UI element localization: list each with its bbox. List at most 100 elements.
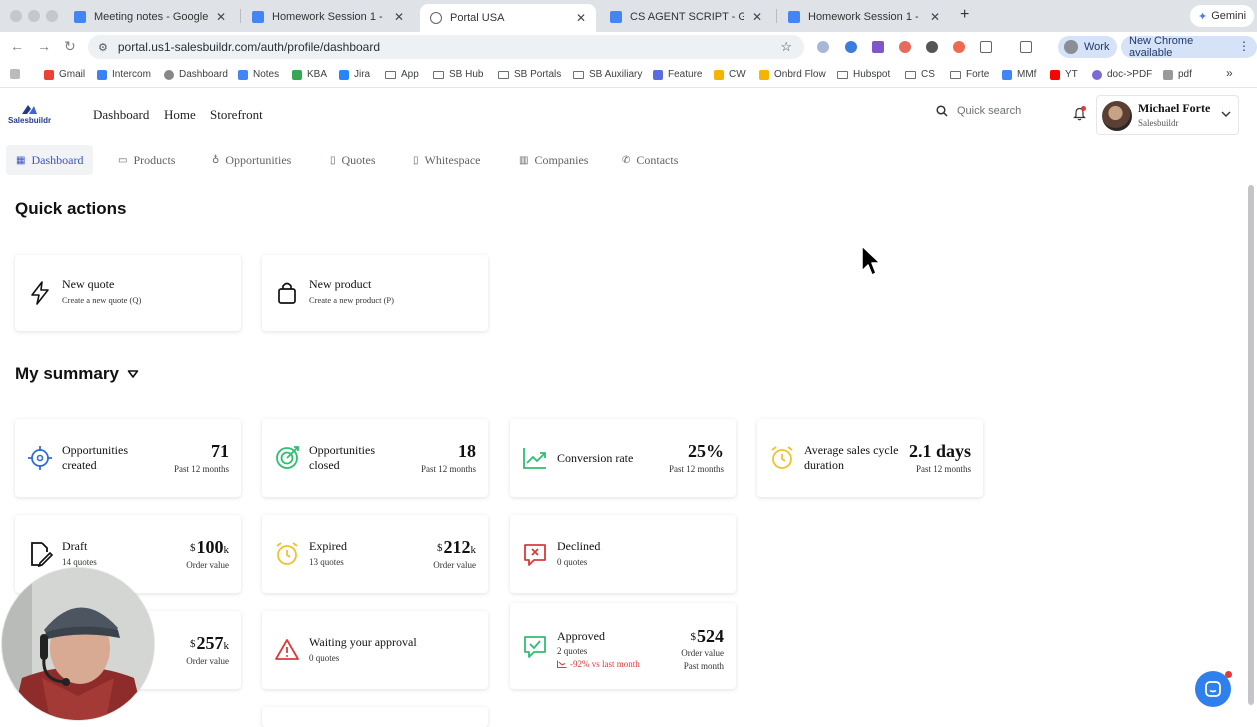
quote-value: $100k (190, 537, 229, 557)
new-product-card[interactable]: New product Create a new product (P) (262, 255, 488, 331)
new-quote-card[interactable]: New quote Create a new quote (Q) (15, 255, 241, 331)
jira-icon (339, 69, 349, 80)
tab-dashboard[interactable]: ▦ Dashboard (6, 145, 94, 175)
close-icon[interactable]: ✕ (394, 10, 404, 24)
user-org: Salesbuildr (1138, 118, 1179, 128)
window-minimize-button[interactable] (28, 10, 40, 22)
gemini-button[interactable]: ✦ Gemini (1190, 5, 1255, 27)
extension-icon[interactable] (926, 41, 938, 53)
window-close-button[interactable] (10, 10, 22, 22)
bookmark-forte[interactable]: Forte (950, 69, 989, 80)
sheets-icon (292, 69, 302, 80)
box-icon: ▭ (118, 154, 128, 166)
quote-count: 0 quotes (557, 557, 588, 567)
bookmark-pdf[interactable]: pdf (1163, 69, 1192, 80)
quote-title: Approved (557, 629, 605, 643)
quote-title: Waiting your approval (309, 635, 417, 649)
extension-icon[interactable] (899, 41, 911, 53)
bookmark-star-icon[interactable]: ☆ (780, 39, 792, 55)
quick-search[interactable]: Quick search (936, 105, 1021, 117)
browser-tab[interactable]: Homework Session 1 - Google ✕ (778, 4, 950, 30)
update-chrome-button[interactable]: New Chrome available ⋮ (1121, 35, 1257, 59)
bookmark-yt[interactable]: YT (1050, 69, 1078, 80)
tab-products[interactable]: ▭ Products (108, 145, 185, 175)
bookmark-cw[interactable]: CW (714, 69, 746, 80)
extension-icon[interactable] (872, 41, 884, 53)
scrollbar[interactable] (1248, 185, 1254, 705)
bookmark-mmf[interactable]: MMf (1002, 69, 1036, 80)
extension-icon[interactable] (845, 41, 857, 53)
bookmark-sb-hub[interactable]: SB Hub (433, 69, 483, 80)
bookmark-sb-auxiliary[interactable]: SB Auxiliary (573, 69, 642, 80)
bookmark-onbrd-flow[interactable]: Onbrd Flow (759, 69, 826, 80)
extension-icon[interactable] (953, 41, 965, 53)
quote-count: 2 quotes (557, 646, 588, 656)
kpi-conversion-rate[interactable]: Conversion rate 25% Past 12 months (510, 419, 736, 497)
bookmark-app[interactable]: App (385, 69, 419, 80)
my-summary-toggle[interactable]: My summary (15, 364, 139, 384)
bookmark-notes[interactable]: Notes (238, 69, 279, 80)
site-settings-icon[interactable]: ⚙ (98, 41, 108, 54)
browser-tab[interactable]: Meeting notes - Google Docs ✕ (64, 4, 236, 30)
reload-icon[interactable]: ↻ (64, 38, 76, 55)
profile-button[interactable]: Work (1058, 36, 1118, 58)
topnav-dashboard[interactable]: Dashboard (93, 107, 149, 123)
bookmark-sb-portals[interactable]: SB Portals (498, 69, 561, 80)
puzzle-icon[interactable] (980, 41, 992, 53)
quote-status-card-partial (262, 707, 488, 727)
back-arrow-icon[interactable]: ← (10, 38, 24, 54)
quote-title: Expired (309, 539, 347, 553)
address-bar[interactable]: ⚙ portal.us1-salesbuildr.com/auth/profil… (88, 35, 804, 59)
bookmark-doc-pdf[interactable]: doc->PDF (1092, 69, 1152, 80)
forward-arrow-icon[interactable]: → (37, 38, 51, 54)
tab-contacts[interactable]: ✆ Contacts (612, 145, 688, 175)
brand-name: Salesbuildr (8, 116, 52, 125)
bookmark-kba[interactable]: KBA (292, 69, 327, 80)
bookmark-cs[interactable]: CS (905, 69, 935, 80)
avatar (1102, 101, 1132, 131)
docs-icon (252, 11, 264, 23)
kpi-sales-cycle-duration[interactable]: Average sales cycle duration 2.1 days Pa… (757, 419, 983, 497)
close-icon[interactable]: ✕ (752, 10, 762, 24)
quote-status-approved[interactable]: Approved 2 quotes -92% vs last month $52… (510, 603, 736, 689)
user-menu[interactable]: Michael Forte Salesbuildr (1096, 95, 1239, 135)
quote-status-expired[interactable]: Expired 13 quotes $212k Order value (262, 515, 488, 593)
bookmark-jira[interactable]: Jira (339, 69, 370, 80)
tab-quotes[interactable]: ▯ Quotes (320, 145, 386, 175)
bookmark-hubspot[interactable]: Hubspot (837, 69, 890, 80)
notifications-button[interactable] (1073, 106, 1086, 126)
window-maximize-button[interactable] (46, 10, 58, 22)
new-quote-subtitle: Create a new quote (Q) (62, 295, 142, 305)
tab-search-icon[interactable] (1020, 41, 1032, 53)
more-bookmarks-icon[interactable]: » (1226, 66, 1233, 80)
topnav-home[interactable]: Home (164, 107, 196, 123)
close-icon[interactable]: ✕ (576, 11, 586, 25)
alarm-icon (771, 446, 793, 469)
document-icon: ▯ (330, 154, 336, 166)
extension-icon[interactable] (817, 41, 829, 53)
topnav-storefront[interactable]: Storefront (210, 107, 263, 123)
quote-status-declined[interactable]: Declined 0 quotes (510, 515, 736, 593)
kpi-opportunities-created[interactable]: Opportunities created 71 Past 12 months (15, 419, 241, 497)
quote-status-waiting-approval[interactable]: Waiting your approval 0 quotes (262, 611, 488, 689)
kpi-opportunities-closed[interactable]: Opportunities closed 18 Past 12 months (262, 419, 488, 497)
kpi-period: Past 12 months (173, 464, 229, 474)
tab-opportunities[interactable]: ♁ Opportunities (202, 145, 301, 175)
browser-tab[interactable]: CS AGENT SCRIPT - Goog ✕ (600, 4, 772, 30)
new-tab-button[interactable]: + (960, 6, 969, 24)
tab-companies[interactable]: ▥ Companies (509, 145, 598, 175)
bookmark-dashboard[interactable]: Dashboard (164, 69, 228, 80)
bookmark-intercom[interactable]: Intercom (97, 69, 151, 80)
close-icon[interactable]: ✕ (930, 10, 940, 24)
bookmark-feature[interactable]: Feature (653, 69, 702, 80)
bookmark-gmail[interactable]: Gmail (44, 69, 85, 80)
more-menu-icon[interactable]: ⋮ (1238, 39, 1250, 53)
browser-tab-active[interactable]: Portal USA ✕ (420, 4, 596, 32)
browser-tab[interactable]: Homework Session 1 - Google ✕ (242, 4, 414, 30)
tab-whitespace[interactable]: ▯ Whitespace (403, 145, 490, 175)
close-icon[interactable]: ✕ (216, 10, 226, 24)
salesbuildr-logo[interactable]: Salesbuildr (8, 103, 54, 127)
apps-grid-icon[interactable] (10, 69, 20, 79)
kpi-value: 18 (458, 441, 476, 461)
quote-trend: -92% vs last month (557, 659, 640, 669)
